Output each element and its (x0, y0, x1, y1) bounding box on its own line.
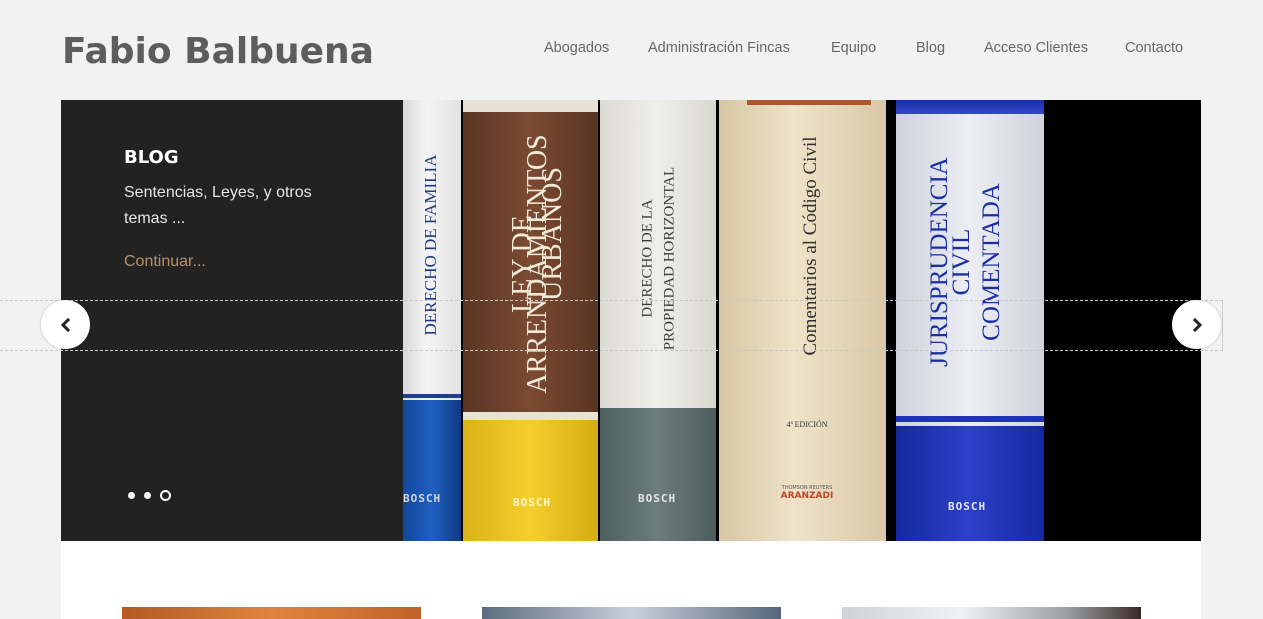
post-thumbnail-2[interactable] (482, 607, 781, 619)
nav-item-abogados[interactable]: Abogados (544, 40, 609, 56)
slide-description: Sentencias, Leyes, y otros temas ... (124, 184, 312, 227)
next-slide-button[interactable] (1172, 300, 1221, 349)
chevron-left-icon (60, 317, 70, 332)
post-thumbnail-1[interactable] (122, 607, 421, 619)
nav-item-blog[interactable]: Blog (916, 40, 945, 56)
main-nav: Abogados Administración Fincas Equipo Bl… (0, 40, 1263, 60)
content-section (61, 541, 1201, 619)
book-3-publisher: BOSCH (638, 492, 677, 505)
slider-nav-guide (0, 300, 1223, 351)
nav-item-contacto[interactable]: Contacto (1125, 40, 1183, 56)
slide-title: BLOG (124, 147, 179, 168)
nav-item-equipo[interactable]: Equipo (831, 40, 876, 56)
book-2-publisher: BOSCH (513, 496, 552, 509)
slider-pagination (128, 490, 171, 501)
book-5-publisher: BOSCH (948, 500, 987, 513)
nav-item-acceso-clientes[interactable]: Acceso Clientes (984, 40, 1088, 56)
book-1-publisher: BOSCH (403, 492, 442, 505)
slider-dot-2[interactable] (144, 492, 151, 499)
nav-item-administracion-fincas[interactable]: Administración Fincas (648, 40, 790, 56)
slider-dot-1[interactable] (128, 492, 135, 499)
book-4-publisher: ARANZADI (780, 491, 834, 501)
post-thumbnail-3[interactable] (842, 607, 1141, 619)
continue-link[interactable]: Continuar... (124, 253, 206, 271)
slider-dot-3-active[interactable] (160, 490, 171, 501)
chevron-right-icon (1192, 317, 1202, 332)
site-header: Fabio Balbuena Abogados Administración F… (0, 0, 1263, 100)
book-4-edition: 4ª EDICIÓN (786, 420, 828, 429)
prev-slide-button[interactable] (41, 300, 90, 349)
